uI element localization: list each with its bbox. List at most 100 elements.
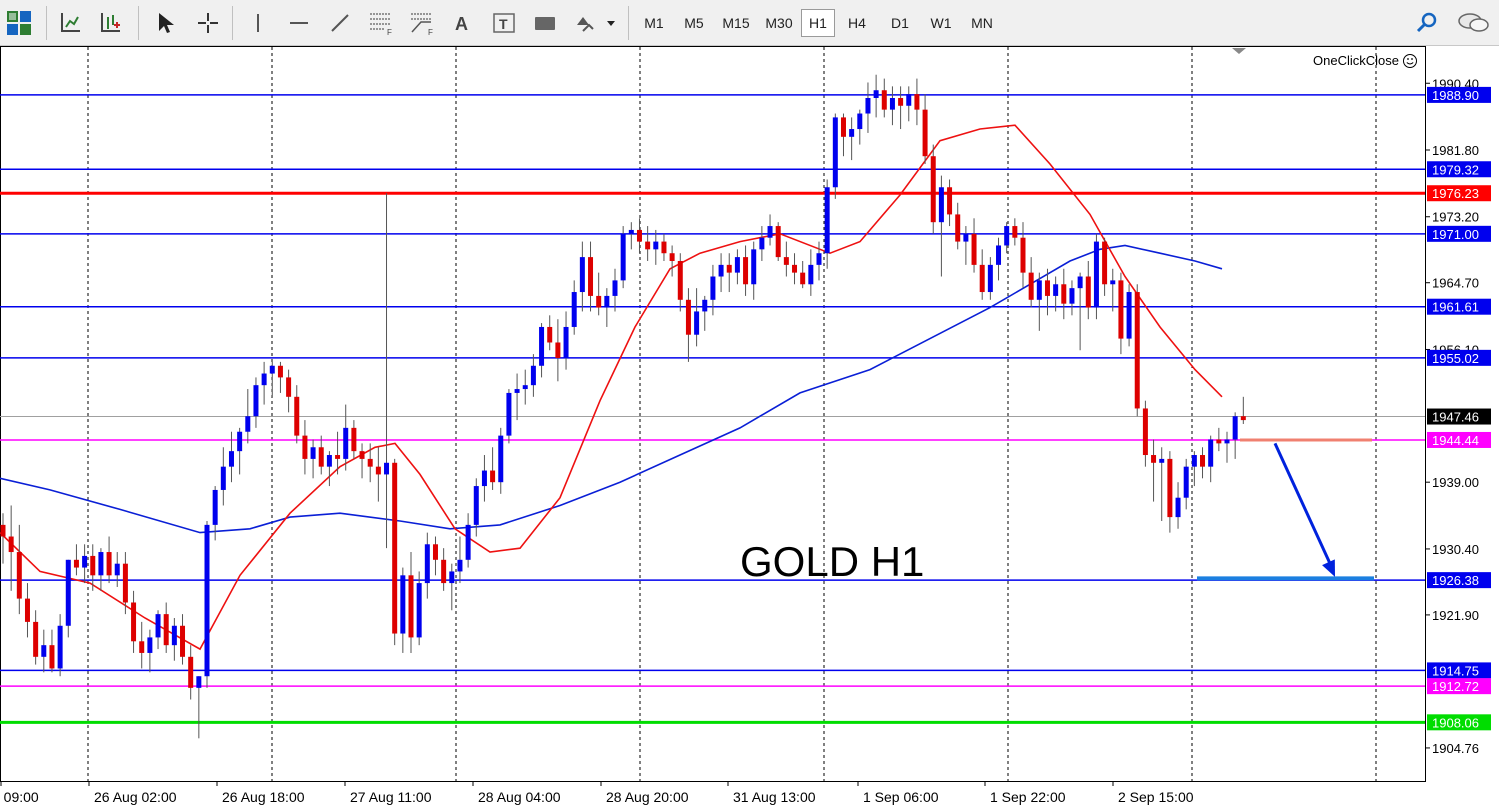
candle	[596, 272, 602, 316]
candle	[498, 427, 504, 494]
candle	[449, 563, 455, 611]
candle-body	[457, 559, 463, 572]
candle	[979, 249, 985, 300]
crosshair-icon[interactable]	[193, 7, 223, 39]
timeframe-mn[interactable]: MN	[963, 9, 1001, 37]
candle-body	[359, 451, 365, 459]
candle	[702, 295, 708, 331]
cursor-arrow-icon[interactable]	[150, 7, 180, 39]
x-tick-label: 28 Aug 04:00	[478, 789, 561, 805]
price-level-label: 1988.90	[1432, 88, 1479, 103]
horizontal-levels[interactable]	[0, 94, 1425, 724]
rectangle-icon[interactable]	[530, 7, 560, 39]
candle-body	[139, 641, 145, 653]
candle-body	[269, 365, 275, 374]
annotations[interactable]	[1197, 438, 1374, 581]
chat-icon[interactable]	[1455, 7, 1493, 39]
candle-body	[1044, 280, 1050, 296]
x-tick-label: 26 Aug 02:00	[94, 789, 177, 805]
shapes-dropdown-icon[interactable]	[571, 7, 619, 39]
candle-body	[1224, 439, 1230, 444]
candle-body	[530, 365, 536, 386]
timeframe-m15[interactable]: M15	[717, 9, 755, 37]
candle	[881, 78, 887, 118]
trendline-icon[interactable]	[325, 7, 355, 39]
x-tick-label: g 09:00	[0, 789, 39, 805]
candle	[628, 222, 634, 250]
toolbar-separator	[232, 6, 233, 40]
text-icon[interactable]: A	[447, 7, 477, 39]
candle-body	[49, 645, 55, 669]
candle-body	[57, 625, 63, 669]
candle-body	[898, 98, 904, 106]
candle-body	[1069, 288, 1075, 304]
candle-body	[979, 264, 985, 293]
candle-body	[840, 117, 846, 137]
price-chart[interactable]: 1990.401981.801973.201964.701956.101939.…	[0, 46, 1499, 811]
candle	[8, 505, 14, 591]
timeframe-m1[interactable]: M1	[637, 9, 671, 37]
timeframe-h1[interactable]: H1	[801, 9, 835, 37]
indicators-icon[interactable]	[55, 7, 85, 39]
fibonacci-retracement-icon[interactable]: F	[366, 7, 396, 39]
candle-body	[408, 575, 414, 638]
candle	[857, 109, 863, 145]
candle-body	[922, 109, 928, 157]
candle	[579, 241, 585, 312]
timeframe-w1[interactable]: W1	[924, 9, 958, 37]
candle-body	[857, 113, 863, 130]
candle	[620, 226, 626, 289]
fibonacci-fan-icon[interactable]: F	[407, 7, 437, 39]
one-click-close-label[interactable]: OneClickClose	[1313, 53, 1399, 68]
candle	[310, 439, 316, 479]
one-click-smiley-icon[interactable]	[1403, 54, 1417, 68]
vertical-line-icon[interactable]	[243, 7, 273, 39]
x-tick-label: 31 Aug 13:00	[733, 789, 816, 805]
y-tick-label: 1964.70	[1432, 276, 1479, 291]
candle-body	[1167, 458, 1173, 518]
candle	[555, 319, 561, 382]
candle-body	[1151, 455, 1157, 463]
candle-body	[930, 156, 936, 223]
candle-body	[310, 447, 316, 459]
down-arrow[interactable]	[1273, 442, 1334, 569]
timeframe-m30[interactable]: M30	[760, 9, 798, 37]
timeframe-h4[interactable]: H4	[840, 9, 874, 37]
candle-body	[490, 470, 496, 483]
candle-body	[73, 559, 79, 568]
candle	[677, 253, 683, 312]
candle-body	[237, 431, 243, 452]
indicators-list-icon[interactable]	[95, 7, 125, 39]
candle-body	[571, 292, 577, 327]
chart-shift-marker[interactable]	[1232, 48, 1246, 54]
candle	[710, 264, 716, 316]
candle-body	[588, 257, 594, 296]
candle-body	[8, 536, 14, 553]
candle	[645, 226, 651, 261]
search-icon[interactable]	[1412, 7, 1442, 39]
candle-body	[694, 311, 700, 335]
horizontal-line-icon[interactable]	[284, 7, 314, 39]
timeframe-m5[interactable]: M5	[677, 9, 711, 37]
candle-body	[318, 447, 324, 467]
candle	[302, 420, 308, 475]
candle-body	[604, 295, 610, 308]
chart-window-icon[interactable]	[4, 7, 34, 39]
candle	[1191, 451, 1197, 487]
price-level-label: 1914.75	[1432, 663, 1479, 678]
candle-body	[1208, 439, 1214, 467]
candle-body	[751, 249, 757, 285]
timeframe-d1[interactable]: D1	[883, 9, 917, 37]
text-label-icon[interactable]: T	[489, 7, 519, 39]
candle-body	[1126, 292, 1132, 339]
candle	[588, 241, 594, 312]
candle	[392, 458, 398, 646]
candle-body	[547, 326, 553, 343]
candle-body	[16, 552, 22, 599]
candle-body	[416, 583, 422, 638]
candle	[906, 86, 912, 122]
candle	[1028, 257, 1034, 308]
candle	[41, 629, 47, 673]
candle-body	[188, 656, 194, 688]
candle-body	[180, 625, 186, 657]
